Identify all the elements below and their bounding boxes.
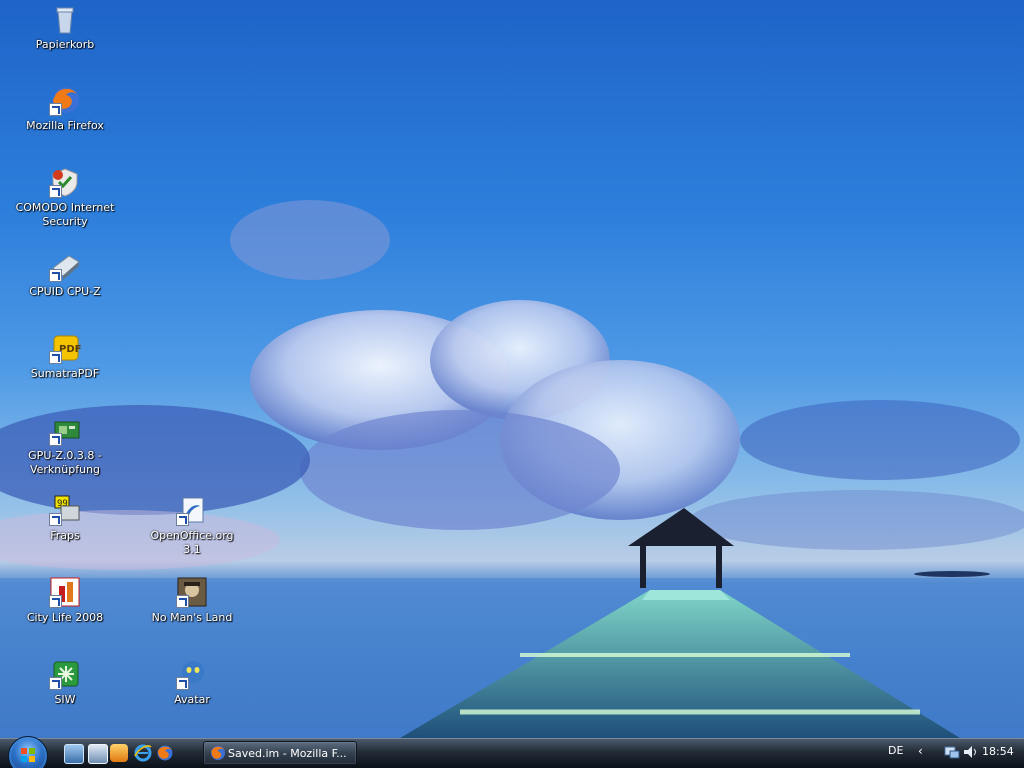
desktop-icon-citylife[interactable]: City Life 2008 bbox=[13, 576, 117, 648]
clock[interactable]: 18:54 bbox=[982, 745, 1014, 758]
desktop-icon-siw[interactable]: SIW bbox=[13, 658, 117, 730]
fraps-icon: 99 bbox=[49, 494, 81, 526]
comodo-icon bbox=[49, 166, 81, 198]
show-desktop-icon[interactable] bbox=[64, 744, 84, 764]
shortcut-arrow-icon bbox=[49, 677, 62, 690]
icon-label: COMODO Internet Security bbox=[15, 201, 115, 228]
shortcut-arrow-icon bbox=[49, 513, 62, 526]
gpuz-icon bbox=[49, 414, 81, 446]
icon-label: Fraps bbox=[50, 529, 80, 542]
internet-explorer-icon[interactable] bbox=[134, 744, 152, 762]
desktop[interactable]: Papierkorb Mozilla Firefox COMODO Intern… bbox=[0, 0, 1024, 768]
icon-label: SumatraPDF bbox=[30, 367, 100, 380]
cpuz-icon bbox=[49, 250, 81, 282]
shortcut-arrow-icon bbox=[49, 351, 62, 364]
desktop-icon-recycle-bin[interactable]: Papierkorb bbox=[13, 3, 117, 75]
taskbar-button-firefox[interactable]: Saved.im - Mozilla F... bbox=[203, 741, 357, 765]
icon-label: OpenOffice.org 3.1 bbox=[150, 529, 234, 556]
siw-icon bbox=[49, 658, 81, 690]
windows-orb-icon bbox=[21, 748, 35, 762]
shortcut-arrow-icon bbox=[49, 433, 62, 446]
icon-label: Papierkorb bbox=[35, 38, 95, 51]
desktop-icon-avatar[interactable]: Avatar bbox=[140, 658, 244, 730]
pdf-icon: PDF bbox=[49, 332, 81, 364]
shortcut-arrow-icon bbox=[49, 103, 62, 116]
firefox-icon bbox=[49, 84, 81, 116]
show-hidden-icons-button[interactable]: ‹ bbox=[918, 744, 923, 758]
shortcut-arrow-icon bbox=[176, 513, 189, 526]
svg-text:PDF: PDF bbox=[59, 344, 81, 355]
desktop-icon-cpuz[interactable]: CPUID CPU-Z bbox=[13, 250, 117, 322]
desktop-icon-openoffice[interactable]: OpenOffice.org 3.1 bbox=[140, 494, 244, 566]
icon-label: GPU-Z.0.3.8 - Verknüpfung bbox=[28, 449, 102, 476]
media-player-icon[interactable] bbox=[110, 744, 128, 762]
openoffice-icon bbox=[176, 494, 208, 526]
language-indicator[interactable]: DE bbox=[888, 744, 903, 757]
firefox-quicklaunch-icon[interactable] bbox=[156, 744, 174, 762]
start-button[interactable] bbox=[8, 736, 48, 768]
recycle-bin-icon bbox=[49, 3, 81, 35]
taskbar-button-label: Saved.im - Mozilla F... bbox=[228, 746, 347, 760]
shortcut-arrow-icon bbox=[176, 677, 189, 690]
shortcut-arrow-icon bbox=[176, 595, 189, 608]
shortcut-arrow-icon bbox=[49, 269, 62, 282]
volume-icon[interactable] bbox=[962, 744, 978, 760]
switch-windows-icon[interactable] bbox=[88, 744, 108, 764]
shortcut-arrow-icon bbox=[49, 595, 62, 608]
icon-label: Avatar bbox=[174, 693, 210, 706]
firefox-icon bbox=[211, 746, 225, 760]
avatar-icon bbox=[176, 658, 208, 690]
icon-label: No Man's Land bbox=[151, 611, 233, 624]
desktop-icon-gpuz[interactable]: GPU-Z.0.3.8 - Verknüpfung bbox=[13, 414, 117, 486]
desktop-icon-nomansland[interactable]: No Man's Land bbox=[140, 576, 244, 648]
icon-label: CPUID CPU-Z bbox=[29, 285, 101, 298]
icon-label: Mozilla Firefox bbox=[26, 119, 104, 132]
taskbar bbox=[0, 738, 1024, 768]
desktop-icon-fraps[interactable]: 99 Fraps bbox=[13, 494, 117, 566]
desktop-icon-comodo[interactable]: COMODO Internet Security bbox=[13, 166, 117, 238]
network-icon[interactable] bbox=[944, 744, 960, 760]
icon-label: SIW bbox=[54, 693, 76, 706]
nomansland-icon bbox=[176, 576, 208, 608]
icon-label: City Life 2008 bbox=[26, 611, 104, 624]
shortcut-arrow-icon bbox=[49, 185, 62, 198]
citylife-icon bbox=[49, 576, 81, 608]
desktop-icon-firefox[interactable]: Mozilla Firefox bbox=[13, 84, 117, 156]
desktop-icon-sumatrapdf[interactable]: PDF SumatraPDF bbox=[13, 332, 117, 404]
